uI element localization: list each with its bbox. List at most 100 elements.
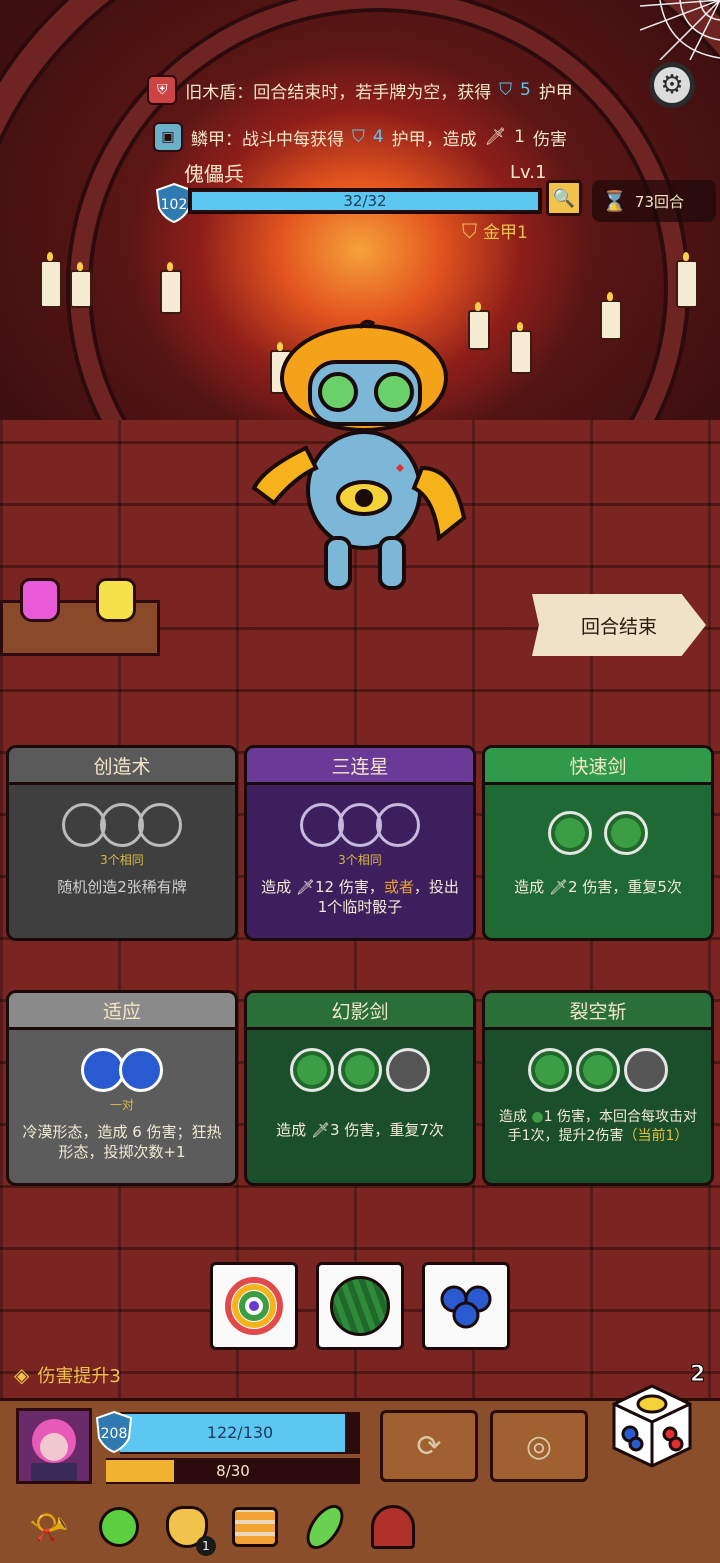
candle (160, 262, 182, 314)
sword-icon: 🗡 (484, 127, 507, 147)
die-watermelon[interactable] (316, 1262, 404, 1350)
shield-broken-icon: ⛨ (147, 75, 178, 105)
end-turn-button[interactable]: 回合结束 (532, 594, 706, 656)
desc-text: 造成 (261, 878, 292, 896)
desc-highlight: 或者 (383, 878, 414, 896)
card-description: 冷漠形态，造成 6 伤害；狂热形态，投掷次数+1 (22, 1123, 222, 1161)
watermelon-slot-icon[interactable] (528, 1048, 572, 1092)
desc-text: 伤害，重复7次 (344, 1121, 444, 1139)
desc-text: 造成 (276, 1121, 307, 1139)
buff-text: 伤害 (533, 129, 567, 150)
swirl-skill-button[interactable]: ◎ (490, 1410, 588, 1482)
gold-armor-icon: ⛉ (462, 218, 477, 243)
card-title: 创造术 (9, 748, 235, 785)
yellow-potion-icon[interactable] (96, 578, 136, 622)
dice-slots (485, 811, 711, 855)
dice-slots (247, 803, 473, 847)
magnify-icon: 🔍 (552, 187, 576, 209)
reroll-arrows-icon: ⟳ (416, 1428, 442, 1464)
sweater-icon[interactable] (230, 1502, 280, 1552)
horn-icon[interactable]: 📯 (24, 1502, 74, 1552)
card-description: 随机创造2张稀有牌 (57, 878, 187, 896)
dice-slots (9, 803, 235, 847)
watermelon-slot-icon[interactable] (576, 1048, 620, 1092)
swirl-icon: ◎ (525, 1428, 553, 1464)
candle (676, 252, 698, 308)
candle (510, 322, 532, 374)
desc-text: 造成 (514, 878, 545, 896)
player-xp-text: 8/30 (216, 1462, 250, 1480)
blueberry-icon (440, 1285, 492, 1329)
pink-potion-icon[interactable] (20, 578, 60, 622)
armor-shield-icon: ⛉ (499, 80, 512, 100)
roll-dice-button[interactable] (610, 1382, 694, 1470)
die-rainbow[interactable] (210, 1262, 298, 1350)
damage-value: 1 (543, 1109, 553, 1125)
player-armor-value: 208 (101, 1426, 128, 1442)
buff-number: 1 (514, 127, 525, 147)
enemy-status-gold-armor[interactable]: ⛉ 金甲1 (462, 218, 528, 244)
card-requirement: 一对 (109, 1098, 134, 1112)
card-triple-star[interactable]: 三连星 3个相同 造成 🗡12 伤害，或者，投出1个临时骰子 (244, 745, 476, 941)
empty-slot-icon[interactable] (624, 1048, 668, 1092)
enemy-level: Lv.1 (510, 162, 547, 183)
card-title: 幻影剑 (247, 993, 473, 1030)
watermelon-slot-icon[interactable] (290, 1048, 334, 1092)
candle (40, 252, 62, 308)
buff-text: 护甲 (538, 82, 573, 103)
sword-icon: 🗡 (548, 878, 568, 896)
damage-up-text: 伤害提升3 (37, 1366, 121, 1387)
enemy-hp-text: 32/32 (343, 192, 387, 210)
feather-icon[interactable] (299, 1498, 351, 1556)
dice-slots (485, 1048, 711, 1092)
player-hp-bar: 122/130 (120, 1412, 360, 1454)
buff-text: 鳞甲：战斗中每获得 (191, 129, 344, 150)
desc-highlight: （当前1） (623, 1128, 689, 1144)
leaf-icon: ● (531, 1109, 544, 1125)
player-avatar[interactable] (16, 1408, 92, 1484)
turn-counter: ⌛ 73回合 (592, 180, 716, 222)
player-portrait-icon (31, 1419, 77, 1481)
card-adapt[interactable]: 适应 一对 冷漠形态，造成 6 伤害；狂热形态，投掷次数+1 (6, 990, 238, 1186)
desc-text: 伤害， (338, 878, 384, 896)
buff-line-shield: ⛨ 旧木盾：回合结束时，若手牌为空，获得 ⛉ 5 护甲 (0, 70, 720, 110)
card-quick-sword[interactable]: 快速剑 造成 🗡2 伤害，重复5次 (482, 745, 714, 941)
die-blueberry[interactable] (422, 1262, 510, 1350)
empty-slot-icon[interactable] (386, 1048, 430, 1092)
damage-value: 3 (329, 1121, 340, 1139)
card-create[interactable]: 创造术 3个相同 随机创造2张稀有牌 (6, 745, 238, 941)
damage-up-icon: ◈ (14, 1363, 30, 1387)
watermelon-slot-icon[interactable] (548, 811, 592, 855)
armor-shield-icon: ⛉ (352, 127, 365, 147)
card-description: 造成 🗡2 伤害，重复5次 (485, 877, 711, 897)
card-requirement: 3个相同 (100, 853, 144, 867)
player-armor-shield-icon: 208 (95, 1410, 133, 1454)
dice-slot-empty[interactable] (376, 803, 420, 847)
card-phantom-sword[interactable]: 幻影剑 造成 🗡3 伤害，重复7次 (244, 990, 476, 1186)
buff-text: 旧木盾：回合结束时，若手牌为空，获得 (185, 82, 492, 103)
hourglass-icon: ⌛ (602, 189, 627, 213)
card-requirement: 3个相同 (338, 853, 382, 867)
green-potion-icon[interactable] (94, 1502, 144, 1552)
end-turn-label: 回合结束 (580, 615, 657, 638)
watermelon-slot-icon[interactable] (604, 811, 648, 855)
cobweb-icon (640, 0, 720, 60)
card-description: 造成 🗡12 伤害，或者，投出1个临时骰子 (247, 877, 473, 917)
dice-slot-empty[interactable] (138, 803, 182, 847)
gold-armor-text: 金甲1 (483, 223, 528, 243)
reroll-button[interactable]: ⟳ (380, 1410, 478, 1482)
blueberry-slot-icon[interactable] (119, 1048, 163, 1092)
candle (70, 262, 92, 308)
inspect-enemy-button[interactable]: 🔍 (546, 180, 582, 216)
player-xp-bar: 8/30 (106, 1458, 360, 1484)
player-hp-text: 122/130 (206, 1423, 274, 1442)
watermelon-slot-icon[interactable] (338, 1048, 382, 1092)
card-description: 造成 ●1 伤害，本回合每攻击对手1次，提升2伤害（当前1） (485, 1108, 711, 1146)
card-title: 三连星 (247, 748, 473, 785)
card-sky-slash[interactable]: 裂空斩 造成 ●1 伤害，本回合每攻击对手1次，提升2伤害（当前1） (482, 990, 714, 1186)
sword-icon: 🗡 (310, 1121, 330, 1139)
rainbow-swirl-icon (225, 1277, 283, 1335)
golem-enemy-sprite[interactable] (234, 318, 494, 608)
hood-icon[interactable] (368, 1502, 418, 1552)
buff-number: 4 (372, 127, 384, 147)
